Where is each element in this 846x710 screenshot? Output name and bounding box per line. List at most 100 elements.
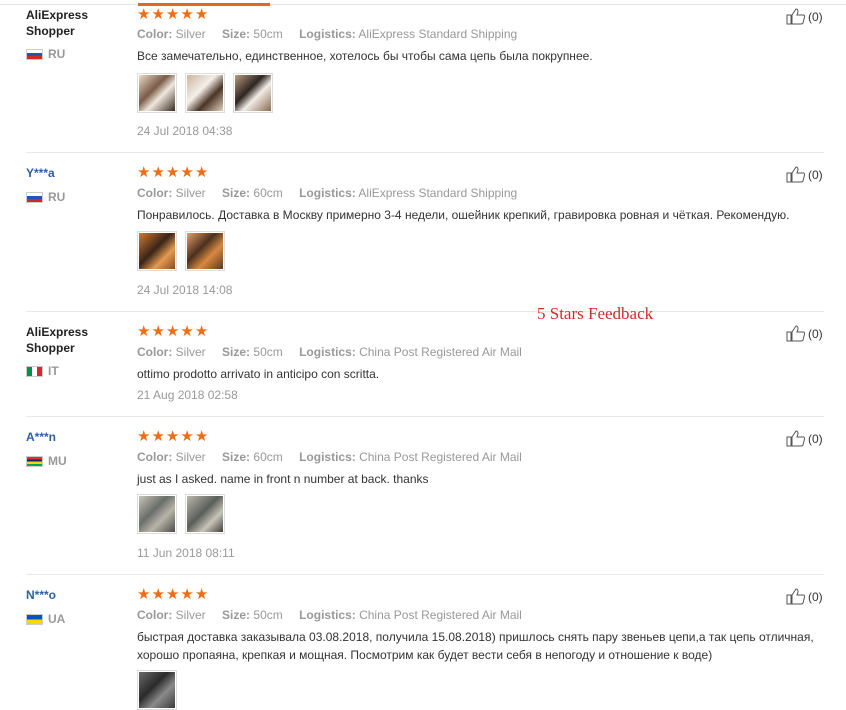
review-divider bbox=[26, 416, 824, 417]
rating-stars: ★ ★ ★ ★ ★ bbox=[137, 587, 208, 602]
star-icon: ★ bbox=[194, 586, 209, 603]
logistics-label: Logistics: bbox=[299, 608, 356, 622]
five-stars-feedback-label: 5 Stars Feedback bbox=[537, 304, 654, 323]
color-label: Color: bbox=[137, 186, 173, 200]
color-label: Color: bbox=[137, 345, 173, 359]
review-text: Все замечательно, единственное, хотелось… bbox=[137, 49, 593, 63]
star-icon: ★ bbox=[194, 428, 209, 445]
top-divider bbox=[0, 4, 846, 5]
logistics-label: Logistics: bbox=[299, 345, 356, 359]
review-photos bbox=[137, 494, 225, 534]
like-button[interactable]: (0) bbox=[786, 430, 823, 447]
logistics-label: Logistics: bbox=[299, 450, 356, 464]
review-text: ottimo prodotto arrivato in anticipo con… bbox=[137, 367, 380, 381]
color-value: Silver bbox=[175, 450, 206, 464]
star-icon: ★ bbox=[194, 164, 209, 181]
review-text: Понравилось. Доставка в Москву примерно … bbox=[137, 208, 790, 222]
review-photo[interactable] bbox=[137, 494, 177, 534]
order-info: Color: Silver Size: 60cm Logistics: Chin… bbox=[137, 450, 535, 464]
review-photo[interactable] bbox=[185, 231, 225, 271]
review-divider bbox=[26, 311, 824, 312]
like-count: (0) bbox=[808, 589, 823, 604]
like-count: (0) bbox=[808, 431, 823, 446]
review-photos bbox=[137, 670, 177, 710]
reviewer-name: AliExpress Shopper bbox=[26, 325, 89, 355]
thumbs-up-icon bbox=[786, 430, 806, 447]
color-value: Silver bbox=[175, 608, 206, 622]
reviewer-name: N***o bbox=[26, 588, 57, 602]
review-photo[interactable] bbox=[137, 73, 177, 113]
country-code: UA bbox=[48, 612, 66, 626]
review-photo[interactable] bbox=[185, 73, 225, 113]
star-icon: ★ bbox=[137, 428, 151, 445]
color-value: Silver bbox=[175, 345, 206, 359]
review-divider bbox=[26, 152, 824, 153]
size-value: 60cm bbox=[253, 186, 283, 200]
order-info: Color: Silver Size: 50cm Logistics: AliE… bbox=[137, 27, 530, 41]
reviewer-name: AliExpress Shopper bbox=[26, 8, 89, 38]
star-icon: ★ bbox=[165, 323, 180, 340]
star-icon: ★ bbox=[180, 586, 194, 603]
logistics-value: China Post Registered Air Mail bbox=[359, 345, 522, 359]
reviewer-country: RU bbox=[26, 190, 65, 204]
logistics-label: Logistics: bbox=[299, 27, 356, 41]
review-photo[interactable] bbox=[137, 231, 177, 271]
thumbs-up-icon bbox=[786, 8, 806, 25]
thumbs-up-icon bbox=[786, 588, 806, 605]
like-button[interactable]: (0) bbox=[786, 8, 823, 25]
star-icon: ★ bbox=[194, 323, 209, 340]
rating-stars: ★ ★ ★ ★ ★ bbox=[137, 324, 208, 339]
star-icon: ★ bbox=[137, 323, 151, 340]
star-icon: ★ bbox=[165, 6, 180, 23]
logistics-value: AliExpress Standard Shipping bbox=[358, 27, 518, 41]
star-icon: ★ bbox=[151, 586, 165, 603]
logistics-label: Logistics: bbox=[299, 186, 356, 200]
like-button[interactable]: (0) bbox=[786, 166, 823, 183]
size-label: Size: bbox=[222, 27, 251, 41]
review-date: 21 Aug 2018 02:58 bbox=[137, 388, 238, 402]
logistics-value: AliExpress Standard Shipping bbox=[358, 186, 518, 200]
review-text: быстрая доставка заказывала 03.08.2018, … bbox=[137, 630, 814, 662]
rating-stars: ★ ★ ★ ★ ★ bbox=[137, 429, 208, 444]
thumbs-up-icon bbox=[786, 166, 806, 183]
color-value: Silver bbox=[175, 186, 206, 200]
flag-it-icon bbox=[26, 365, 43, 377]
review-divider bbox=[26, 574, 824, 575]
like-button[interactable]: (0) bbox=[786, 588, 823, 605]
logistics-value: China Post Registered Air Mail bbox=[359, 450, 522, 464]
flag-ru-icon bbox=[26, 191, 43, 203]
flag-ua-icon bbox=[26, 613, 43, 625]
rating-stars: ★ ★ ★ ★ ★ bbox=[137, 165, 208, 180]
star-icon: ★ bbox=[151, 323, 165, 340]
star-icon: ★ bbox=[137, 6, 151, 23]
star-icon: ★ bbox=[151, 6, 165, 23]
size-label: Size: bbox=[222, 608, 251, 622]
flag-mu-icon bbox=[26, 455, 43, 467]
size-label: Size: bbox=[222, 186, 251, 200]
country-code: RU bbox=[48, 47, 66, 61]
like-count: (0) bbox=[808, 167, 823, 182]
review-photo[interactable] bbox=[185, 494, 225, 534]
star-icon: ★ bbox=[180, 323, 194, 340]
star-icon: ★ bbox=[137, 164, 151, 181]
country-code: IT bbox=[48, 364, 59, 378]
color-label: Color: bbox=[137, 450, 173, 464]
star-icon: ★ bbox=[165, 586, 180, 603]
like-button[interactable]: (0) bbox=[786, 325, 823, 342]
star-icon: ★ bbox=[151, 164, 165, 181]
reviewer-country: MU bbox=[26, 454, 67, 468]
review-photo[interactable] bbox=[137, 670, 177, 710]
star-icon: ★ bbox=[180, 428, 194, 445]
color-label: Color: bbox=[137, 608, 173, 622]
review-text: just as I asked. name in front n number … bbox=[137, 472, 429, 486]
review-date: 24 Jul 2018 14:08 bbox=[137, 283, 233, 297]
reviewer-name: A***n bbox=[26, 430, 57, 444]
review-photo[interactable] bbox=[233, 73, 273, 113]
review-date: 11 Jun 2018 08:11 bbox=[137, 546, 235, 560]
star-icon: ★ bbox=[165, 164, 180, 181]
reviewer-country: RU bbox=[26, 47, 65, 61]
reviewer-name: Y***a bbox=[26, 166, 55, 180]
star-icon: ★ bbox=[194, 6, 209, 23]
star-icon: ★ bbox=[137, 586, 151, 603]
star-icon: ★ bbox=[180, 6, 194, 23]
